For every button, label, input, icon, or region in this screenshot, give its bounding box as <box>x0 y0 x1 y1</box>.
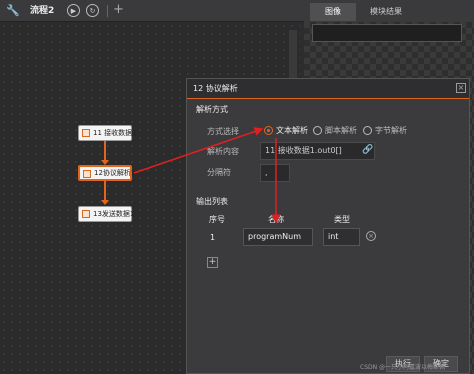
annotation-arrows <box>133 127 281 224</box>
annotation-arrow <box>133 127 264 174</box>
